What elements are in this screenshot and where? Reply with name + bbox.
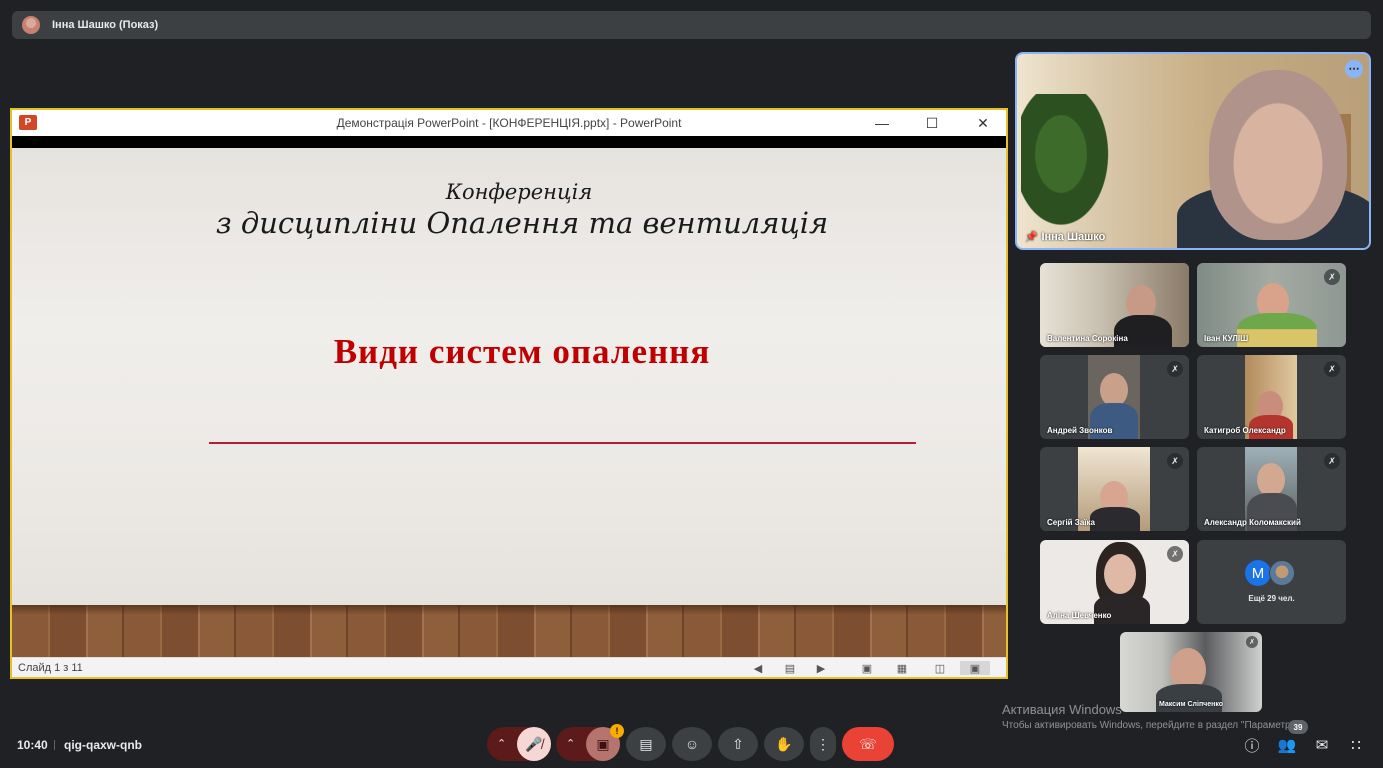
mic-off-icon[interactable]: 🎤̸ xyxy=(517,727,551,761)
camera-off-icon[interactable]: ▣ ! xyxy=(586,724,624,761)
slide-heading: Види систем опалення xyxy=(333,332,711,371)
mic-options-caret-icon[interactable]: ⌃ xyxy=(497,737,506,750)
powerpoint-titlebar: P Демонстрація PowerPoint - [КОНФЕРЕНЦІЯ… xyxy=(12,110,1006,136)
muted-mic-icon: ✗ xyxy=(1324,269,1340,285)
bottom-divider xyxy=(54,740,55,750)
more-participants-avatars: M xyxy=(1245,560,1295,586)
speaker-video-background xyxy=(1021,94,1121,244)
previous-slide-icon[interactable]: ◀ xyxy=(750,661,766,675)
speaker-name-label: 📌 Інна Шашко xyxy=(1025,231,1105,243)
slide-divider xyxy=(209,442,916,444)
muted-mic-icon: ✗ xyxy=(1167,453,1183,469)
participant-name: Аліна Шевченко xyxy=(1047,611,1112,620)
people-count-badge: 39 xyxy=(1288,720,1308,734)
windows-activation-title: Активация Windows xyxy=(1002,702,1122,717)
camera-options-caret-icon[interactable]: ⌃ xyxy=(566,737,575,750)
participant-tile[interactable]: ✗ Аліна Шевченко xyxy=(1040,540,1189,624)
meeting-info-icon[interactable]: ⓘ xyxy=(1242,735,1262,755)
participant-name: Александр Коломакский xyxy=(1204,518,1301,527)
meeting-time: 10:40 xyxy=(17,738,48,752)
slideshow-view-icon[interactable]: ▣ xyxy=(960,661,990,675)
raise-hand-icon[interactable]: ✋ xyxy=(764,727,804,761)
minimize-icon[interactable]: — xyxy=(870,113,894,133)
end-call-button[interactable]: ☏ xyxy=(842,727,894,761)
presenter-label: Інна Шашко (Показ) xyxy=(52,19,159,31)
slide-counter: Слайд 1 з 11 xyxy=(18,662,83,674)
participant-video-face xyxy=(1257,463,1285,497)
participant-name: Андрей Звонков xyxy=(1047,426,1113,435)
muted-mic-icon: ✗ xyxy=(1324,361,1340,377)
muted-mic-icon: ✗ xyxy=(1167,361,1183,377)
participant-avatar-photo xyxy=(1269,560,1295,586)
captions-icon[interactable]: ▤ xyxy=(626,727,666,761)
speaker-name: Інна Шашко xyxy=(1041,231,1106,243)
windows-activation-text: Чтобы активировать Windows, перейдите в … xyxy=(1002,720,1305,731)
more-participants-tile[interactable]: M Ещё 29 чел. xyxy=(1197,540,1346,624)
maximize-icon[interactable]: ☐ xyxy=(920,113,944,133)
powerpoint-window-title: Демонстрація PowerPoint - [КОНФЕРЕНЦІЯ.p… xyxy=(336,116,682,130)
microphone-control: ⌃ 🎤̸ xyxy=(487,727,551,761)
camera-control: ⌃ ▣ ! xyxy=(556,724,624,761)
participant-name: Сергій Заїка xyxy=(1047,518,1095,527)
present-screen-icon[interactable]: ⇧ xyxy=(718,727,758,761)
meet-window: Інна Шашко (Показ) P Демонстрація PowerP… xyxy=(0,0,1383,768)
slide: Конференція з дисципліни Опалення та вен… xyxy=(12,148,1006,658)
slide-sorter-icon[interactable]: ▦ xyxy=(894,661,910,675)
participant-tile[interactable]: ✗ Катигроб Олександр xyxy=(1197,355,1346,439)
participant-tile[interactable]: ✗ Андрей Звонков xyxy=(1040,355,1189,439)
presenter-bar[interactable]: Інна Шашко (Показ) xyxy=(12,11,1371,39)
self-view-tile[interactable]: ✗ Максим Сліпченко xyxy=(1120,632,1262,712)
participant-tile[interactable]: ✗ Александр Коломакский xyxy=(1197,447,1346,531)
muted-mic-icon: ✗ xyxy=(1167,546,1183,562)
participant-name: Іван КУЛІШ xyxy=(1204,334,1249,343)
meeting-code[interactable]: qig-qaxw-qnb xyxy=(64,738,142,752)
activities-icon[interactable]: ∷ xyxy=(1346,735,1366,755)
participant-video-body xyxy=(1090,507,1140,531)
shared-presentation: P Демонстрація PowerPoint - [КОНФЕРЕНЦІЯ… xyxy=(10,108,1008,679)
participant-video-body xyxy=(1237,313,1317,347)
presenter-avatar xyxy=(22,16,40,34)
participant-tile[interactable]: ✗ Сергій Заїка xyxy=(1040,447,1189,531)
slide-line-2: з дисципліни Опалення та вентиляція xyxy=(215,206,829,240)
emoji-reactions-icon[interactable]: ☺ xyxy=(672,727,712,761)
muted-mic-icon: ✗ xyxy=(1324,453,1340,469)
muted-mic-icon: ✗ xyxy=(1246,636,1258,648)
more-options-icon[interactable]: ⋯ xyxy=(1345,60,1363,78)
reading-view-icon[interactable]: ◫ xyxy=(932,661,948,675)
speaker-video-face xyxy=(1209,70,1347,240)
participant-tile[interactable]: Валентина Сорокіна xyxy=(1040,263,1189,347)
powerpoint-statusbar: Слайд 1 з 11 ◀ ▤ ▶ ▣ ▦ ◫ ▣ xyxy=(12,657,1006,677)
slide-line-1: Конференція xyxy=(445,180,593,204)
participant-video-face xyxy=(1104,554,1136,594)
participant-tile[interactable]: ✗ Іван КУЛІШ xyxy=(1197,263,1346,347)
more-participants-label: Ещё 29 чел. xyxy=(1248,594,1295,603)
close-icon[interactable]: ✕ xyxy=(971,113,995,133)
speaker-tile[interactable]: ⋯ 📌 Інна Шашко xyxy=(1015,52,1371,250)
pin-icon: 📌 xyxy=(1025,231,1038,243)
participant-video-face xyxy=(1100,373,1128,407)
next-slide-icon[interactable]: ▶ xyxy=(813,661,829,675)
people-icon[interactable]: 👥 xyxy=(1277,735,1297,755)
participant-avatar: M xyxy=(1245,560,1271,586)
more-options-vertical-icon[interactable]: ⋮ xyxy=(810,727,836,761)
camera-warning-badge: ! xyxy=(610,724,624,738)
self-view-name: Максим Сліпченко xyxy=(1158,701,1224,708)
normal-view-icon[interactable]: ▣ xyxy=(859,661,875,675)
participant-name: Катигроб Олександр xyxy=(1204,426,1286,435)
participant-name: Валентина Сорокіна xyxy=(1047,334,1128,343)
chat-icon[interactable]: ✉ xyxy=(1312,735,1332,755)
slide-menu-icon[interactable]: ▤ xyxy=(782,661,798,675)
wood-floor-decoration xyxy=(12,605,1006,658)
